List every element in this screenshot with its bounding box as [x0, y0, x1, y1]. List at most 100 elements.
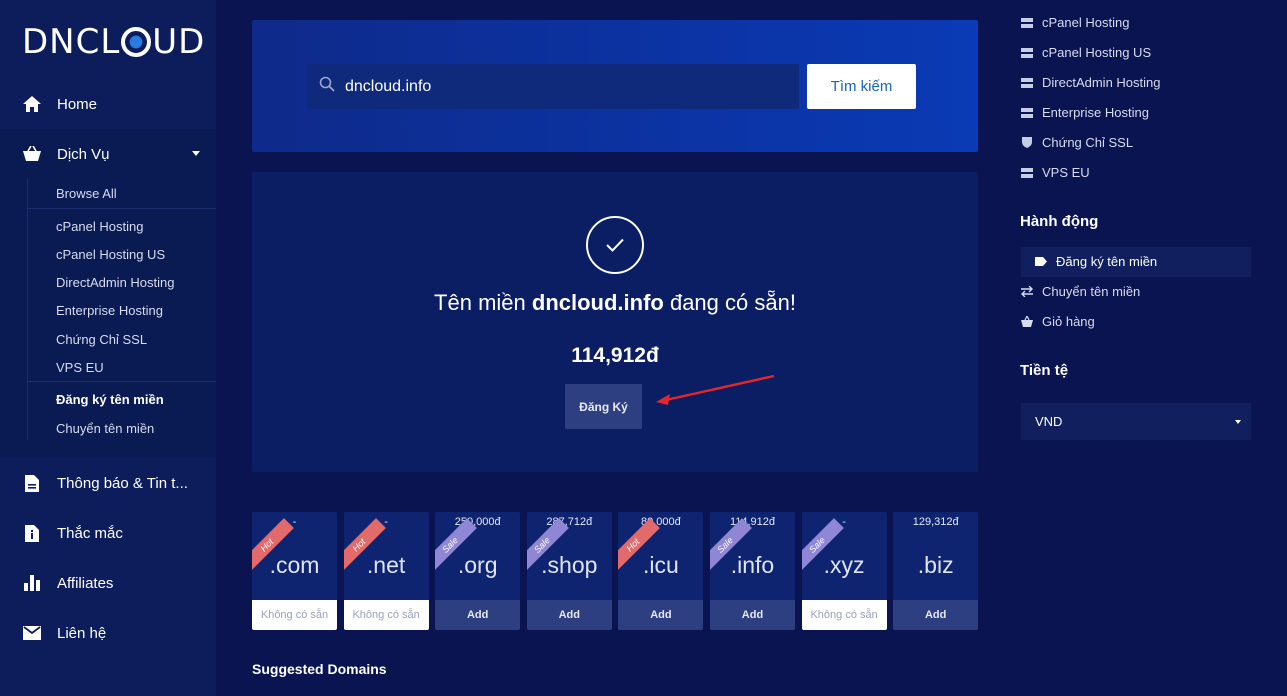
nav-item-home[interactable]: Home: [0, 79, 216, 129]
category-link[interactable]: Enterprise Hosting: [1020, 105, 1149, 120]
server-icon: [1020, 47, 1034, 58]
transfer-icon: [1020, 286, 1034, 297]
action-register-domain[interactable]: Đăng ký tên miền: [1034, 254, 1157, 269]
tld-name: .org: [457, 552, 498, 578]
server-icon: [1020, 17, 1034, 28]
tld-card: 287,712đ Sale .shop Add: [526, 512, 612, 630]
sidebar: DNCL UD Home Dịch Vụ Browse All cPanel H…: [0, 0, 216, 696]
cloud-o-icon: [121, 27, 152, 57]
services-submenu: Browse All cPanel Hosting cPanel Hosting…: [0, 178, 216, 458]
nav-item-services[interactable]: Dịch Vụ: [0, 129, 216, 179]
category-link[interactable]: Chứng Chỉ SSL: [1020, 135, 1133, 150]
currency-select[interactable]: VND: [1021, 403, 1251, 440]
submenu-cpanel-hosting[interactable]: cPanel Hosting: [56, 219, 143, 234]
tld-card: 114,912đ Sale .info Add: [710, 512, 795, 630]
domain-price: 114,912đ: [571, 344, 659, 367]
currency-value: VND: [1035, 414, 1063, 429]
logo-text-right: UD: [152, 22, 206, 62]
tld-unavailable-label: Không có sẵn: [801, 600, 887, 630]
bar-chart-icon: [22, 573, 42, 593]
tld-name: .xyz: [823, 552, 865, 578]
submenu-divider: [27, 178, 28, 440]
category-label: Chứng Chỉ SSL: [1042, 135, 1134, 150]
nav-label: Thắc mắc: [57, 524, 123, 542]
tag-icon: [1034, 257, 1048, 266]
tld-card: 250,000đ Sale .org Add: [435, 512, 521, 630]
tld-card: 80,000đ Hot .icu Add: [618, 512, 704, 630]
annotation-arrow-icon: [656, 374, 775, 405]
nav-label: Affiliates: [57, 574, 114, 592]
availability-message: Tên miền dncloud.info đang có sẵn!: [252, 290, 978, 316]
tld-price: 114,912đ: [729, 516, 776, 528]
category-label: cPanel Hosting: [1042, 15, 1130, 30]
category-link[interactable]: DirectAdmin Hosting: [1020, 75, 1161, 90]
suggested-domains-heading: Suggested Domains: [252, 661, 387, 677]
category-link[interactable]: cPanel Hosting US: [1020, 45, 1151, 60]
tld-add-button[interactable]: Add: [893, 600, 979, 630]
envelope-icon: [22, 623, 42, 643]
category-label: DirectAdmin Hosting: [1042, 75, 1161, 90]
info-file-icon: [22, 523, 42, 543]
check-icon: [586, 216, 644, 274]
tld-price: -: [292, 516, 297, 528]
nav-item-faq[interactable]: Thắc mắc: [0, 508, 216, 558]
tld-add-button[interactable]: Add: [710, 600, 795, 630]
tld-name: .com: [269, 552, 320, 578]
nav-item-announcements[interactable]: Thông báo & Tin t...: [0, 458, 216, 508]
category-link[interactable]: cPanel Hosting: [1020, 15, 1129, 30]
domain-name: dncloud.info: [531, 290, 664, 315]
currency-heading: Tiền tệ: [1020, 362, 1069, 379]
logo[interactable]: DNCL UD: [22, 22, 205, 62]
server-icon: [1020, 77, 1034, 88]
nav-label: Thông báo & Tin t...: [57, 474, 188, 492]
category-link[interactable]: VPS EU: [1020, 165, 1090, 180]
nav-label: Liên hệ: [57, 624, 107, 642]
submenu-ssl[interactable]: Chứng Chỉ SSL: [56, 332, 147, 347]
tld-add-button[interactable]: Add: [526, 600, 612, 630]
tld-name: .info: [730, 552, 775, 578]
submenu-separator: [28, 208, 216, 209]
message-prefix: Tên miền: [434, 290, 532, 315]
chevron-down-icon: [1235, 420, 1241, 424]
message-suffix: đang có sẵn!: [663, 290, 796, 315]
search-button[interactable]: Tìm kiếm: [807, 64, 916, 109]
tld-card: 129,312đ .biz Add: [893, 512, 979, 630]
domain-search-input[interactable]: [345, 77, 785, 96]
tld-price: 287,712đ: [546, 516, 593, 528]
submenu-register-domain[interactable]: Đăng ký tên miền: [56, 392, 164, 407]
category-label: Enterprise Hosting: [1042, 105, 1149, 120]
tld-card: - Sale .xyz Không có sẵn: [801, 512, 887, 630]
tld-price: -: [842, 516, 846, 528]
tld-add-button[interactable]: Add: [435, 600, 521, 630]
shield-icon: [1020, 137, 1034, 148]
submenu-browse-all[interactable]: Browse All: [56, 186, 117, 201]
tld-add-button[interactable]: Add: [618, 600, 704, 630]
tld-name: .net: [366, 552, 406, 578]
action-cart[interactable]: Giỏ hàng: [1020, 314, 1095, 329]
action-label: Đăng ký tên miền: [1056, 254, 1158, 269]
search-icon: [319, 76, 335, 97]
tld-name: .icu: [642, 552, 679, 578]
nav-item-contact[interactable]: Liên hệ: [0, 608, 216, 658]
submenu-vps-eu[interactable]: VPS EU: [56, 360, 104, 375]
actions-heading: Hành động: [1020, 213, 1099, 230]
action-transfer-domain[interactable]: Chuyển tên miền: [1020, 284, 1140, 299]
nav-label: Dịch Vụ: [57, 145, 110, 163]
tld-name: .biz: [917, 552, 954, 578]
basket-icon: [22, 144, 42, 164]
submenu-directadmin-hosting[interactable]: DirectAdmin Hosting: [56, 275, 175, 290]
tld-price: -: [384, 516, 388, 528]
tld-unavailable-label: Không có sẵn: [252, 600, 337, 630]
register-button[interactable]: Đăng Ký: [565, 384, 642, 429]
tld-price: 80,000đ: [641, 516, 681, 528]
availability-result: Tên miền dncloud.info đang có sẵn! 114,9…: [252, 172, 978, 472]
logo-text-left: DNCL: [22, 22, 121, 62]
submenu-cpanel-hosting-us[interactable]: cPanel Hosting US: [56, 247, 165, 262]
action-label: Giỏ hàng: [1042, 314, 1095, 329]
submenu-enterprise-hosting[interactable]: Enterprise Hosting: [56, 303, 163, 318]
submenu-separator: [28, 381, 216, 382]
nav-item-affiliates[interactable]: Affiliates: [0, 558, 216, 608]
submenu-transfer-domain[interactable]: Chuyển tên miền: [56, 421, 154, 436]
tld-price: 250,000đ: [454, 516, 501, 528]
search-box[interactable]: [307, 64, 799, 109]
